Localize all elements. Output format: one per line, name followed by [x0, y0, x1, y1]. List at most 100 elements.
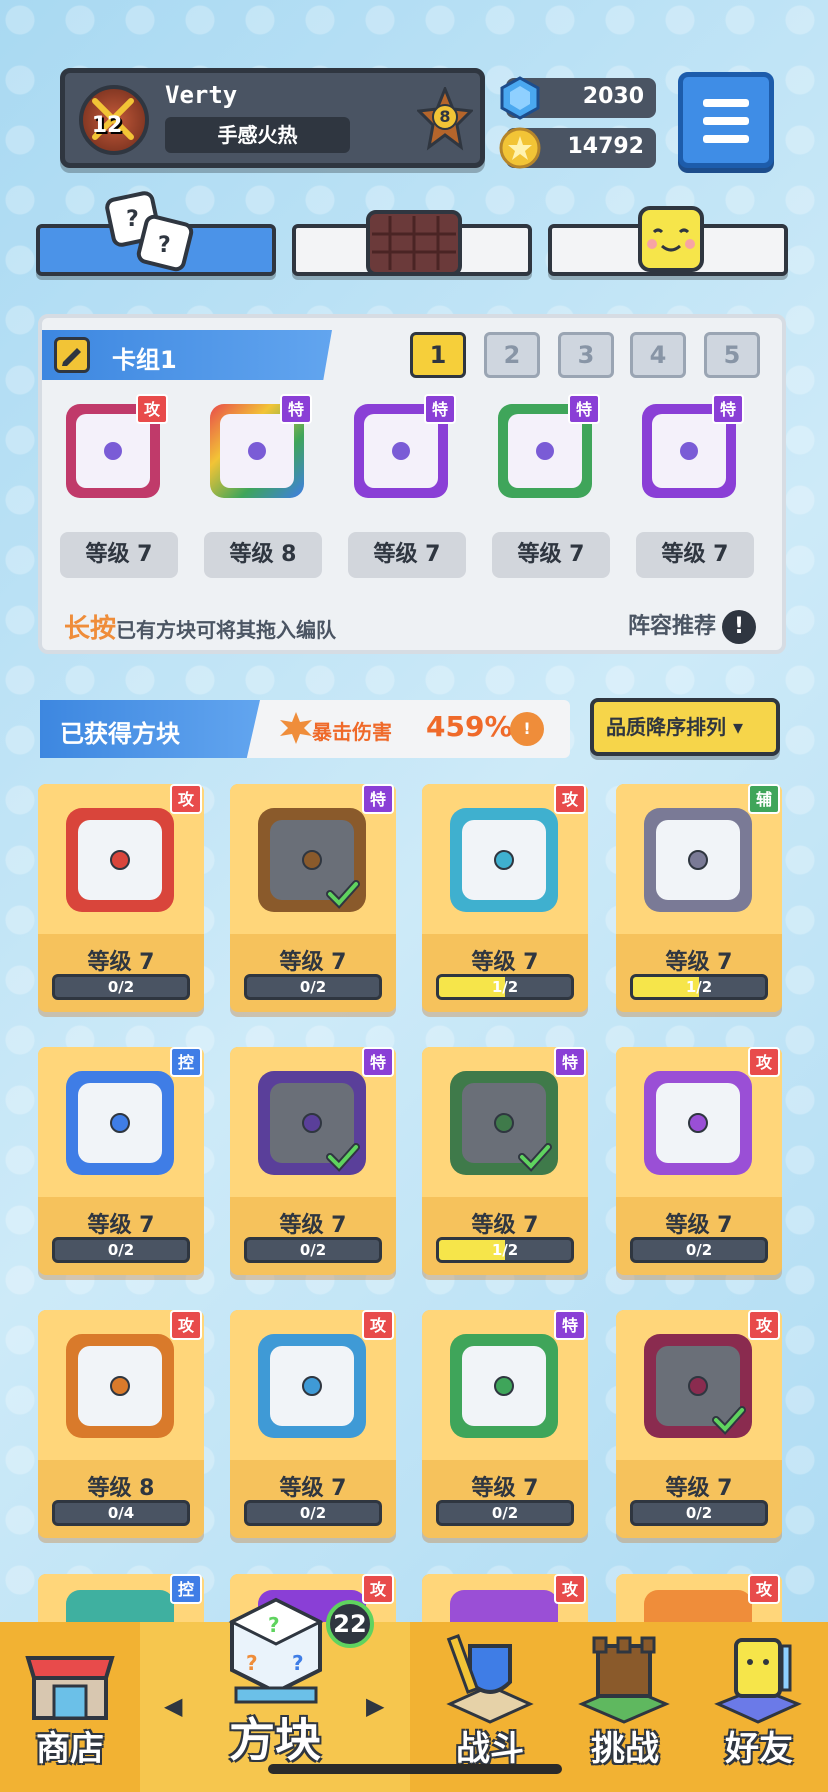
type-badge: 攻	[554, 784, 586, 814]
owned-dice-card[interactable]: 攻等级 7 0/2	[38, 784, 204, 1012]
progress-text: 0/4	[107, 1504, 135, 1522]
owned-dice-card[interactable]: 攻	[422, 1574, 588, 1626]
avatar-level: 12	[91, 113, 123, 138]
dice-art-icon	[66, 808, 174, 912]
owned-dice-card[interactable]: 攻等级 7 0/2	[616, 1310, 782, 1538]
nav-challenge[interactable]: 挑战	[560, 1622, 690, 1792]
deck-slot-level: 等级 8	[204, 532, 322, 578]
owned-dice-card[interactable]: 攻等级 8 0/4	[38, 1310, 204, 1538]
owned-dice-card[interactable]: 攻等级 7 0/2	[230, 1310, 396, 1538]
type-badge: 特	[424, 394, 456, 424]
deck-number-2[interactable]: 2	[484, 332, 540, 378]
deck-slot-2[interactable]: 特	[202, 394, 312, 504]
dice-level: 等级 7	[471, 950, 539, 975]
deck-number-5[interactable]: 5	[704, 332, 760, 378]
rank-badge[interactable]: 8	[415, 84, 475, 151]
upgrade-progress-bar: 0/2	[436, 1500, 574, 1526]
check-icon	[326, 1143, 360, 1172]
owned-dice-header: 已获得方块 暴击伤害 459% !	[40, 700, 570, 758]
dice-art-icon	[66, 1590, 174, 1626]
pencil-icon[interactable]	[54, 337, 90, 373]
progress-text: 0/2	[491, 1504, 519, 1522]
battle-shield-icon	[446, 1634, 534, 1724]
crit-burst-icon	[280, 712, 312, 744]
type-badge: 控	[170, 1047, 202, 1077]
owned-dice-card[interactable]: 攻等级 7 1/2	[422, 784, 588, 1012]
dice-level: 等级 7	[279, 1476, 347, 1501]
dice-art-icon	[644, 1590, 752, 1626]
player-name: Verty	[165, 81, 238, 109]
owned-dice-card[interactable]: 攻	[616, 1574, 782, 1626]
type-badge: 攻	[554, 1574, 586, 1604]
shop-icon	[25, 1656, 115, 1720]
type-badge: 攻	[362, 1310, 394, 1340]
tab-dice[interactable]: ? ?	[36, 191, 276, 276]
player-profile-panel[interactable]: 12 Verty 手感火热 8	[60, 68, 485, 168]
owned-dice-card[interactable]: 特等级 7 0/2	[230, 784, 396, 1012]
sort-quality-button[interactable]: 品质降序排列 ▾	[590, 698, 780, 756]
nav-friends-label: 好友	[725, 1729, 793, 1769]
deck-number-1[interactable]: 1	[410, 332, 466, 378]
progress-text: 0/2	[299, 978, 327, 996]
crit-info-icon[interactable]: !	[510, 712, 544, 746]
deck-hint-text: 已有方块可将其拖入编队	[116, 618, 337, 642]
hamburger-menu-button[interactable]	[678, 72, 774, 168]
upgrade-progress-bar: 0/2	[630, 1500, 768, 1526]
rank-number: 8	[439, 107, 451, 126]
svg-text:?: ?	[246, 1651, 258, 1675]
owned-dice-card[interactable]: 控等级 7 0/2	[38, 1047, 204, 1275]
dice-art-icon	[450, 1590, 558, 1626]
owned-dice-card[interactable]: 控	[38, 1574, 204, 1626]
deck-number-4[interactable]: 4	[630, 332, 686, 378]
nav-shop-label: 商店	[36, 1729, 104, 1769]
nav-shop[interactable]: 商店	[0, 1622, 140, 1792]
upgrade-progress-bar: 0/4	[52, 1500, 190, 1526]
coin-icon	[499, 127, 541, 169]
deck-slot-4[interactable]: 特	[490, 394, 600, 504]
progress-text: 1/2	[491, 978, 519, 996]
progress-text: 0/2	[107, 1241, 135, 1259]
deck-number-3[interactable]: 3	[558, 332, 614, 378]
type-badge: 特	[568, 394, 600, 424]
coin-counter[interactable]: 14792	[499, 127, 656, 169]
nav-dice-label: 方块	[229, 1713, 321, 1767]
smiley-cube-icon	[638, 206, 704, 272]
owned-dice-card[interactable]: 特等级 7 0/2	[422, 1310, 588, 1538]
type-badge: 特	[554, 1047, 586, 1077]
dice-level: 等级 7	[665, 1476, 733, 1501]
hamburger-line	[703, 117, 749, 125]
info-icon: !	[722, 610, 756, 644]
deck-title: 卡组1	[112, 346, 177, 374]
progress-text: 1/2	[491, 1241, 519, 1259]
coin-count: 14792	[567, 134, 644, 159]
owned-dice-card[interactable]: 攻等级 7 0/2	[616, 1047, 782, 1275]
dice-level: 等级 7	[471, 1476, 539, 1501]
deck-title-bar[interactable]: 卡组1	[42, 330, 332, 380]
tab-emote[interactable]	[548, 206, 788, 276]
upgrade-progress-bar: 0/2	[244, 1237, 382, 1263]
deck-hint: 长按已有方块可将其拖入编队	[64, 608, 336, 645]
deck-slot-5[interactable]: 特	[634, 394, 744, 504]
nav-friends[interactable]: 好友	[690, 1622, 828, 1792]
deck-slot-3[interactable]: 特	[346, 394, 456, 504]
dice-level: 等级 7	[87, 950, 155, 975]
deck-slot-1[interactable]: 攻	[58, 394, 168, 504]
progress-text: 0/2	[685, 1241, 713, 1259]
tab-board[interactable]	[292, 210, 532, 276]
dice-icon: ? ?	[105, 191, 194, 272]
owned-dice-card[interactable]: 辅等级 7 1/2	[616, 784, 782, 1012]
progress-text: 0/2	[685, 1504, 713, 1522]
gem-counter[interactable]: 2030	[500, 76, 656, 120]
home-indicator	[268, 1764, 562, 1774]
owned-dice-card[interactable]: 特等级 7 0/2	[230, 1047, 396, 1275]
gem-count: 2030	[582, 84, 644, 109]
dice-count-badge: 22	[326, 1600, 374, 1648]
deck-hint-highlight: 长按	[64, 614, 117, 644]
type-badge: 攻	[362, 1574, 394, 1604]
type-badge: 特	[362, 1047, 394, 1077]
lineup-recommend-button[interactable]: 阵容推荐!	[628, 608, 756, 644]
svg-text:?: ?	[268, 1613, 280, 1637]
gem-icon	[500, 76, 540, 120]
dice-art-icon	[450, 808, 558, 912]
owned-dice-card[interactable]: 特等级 7 1/2	[422, 1047, 588, 1275]
